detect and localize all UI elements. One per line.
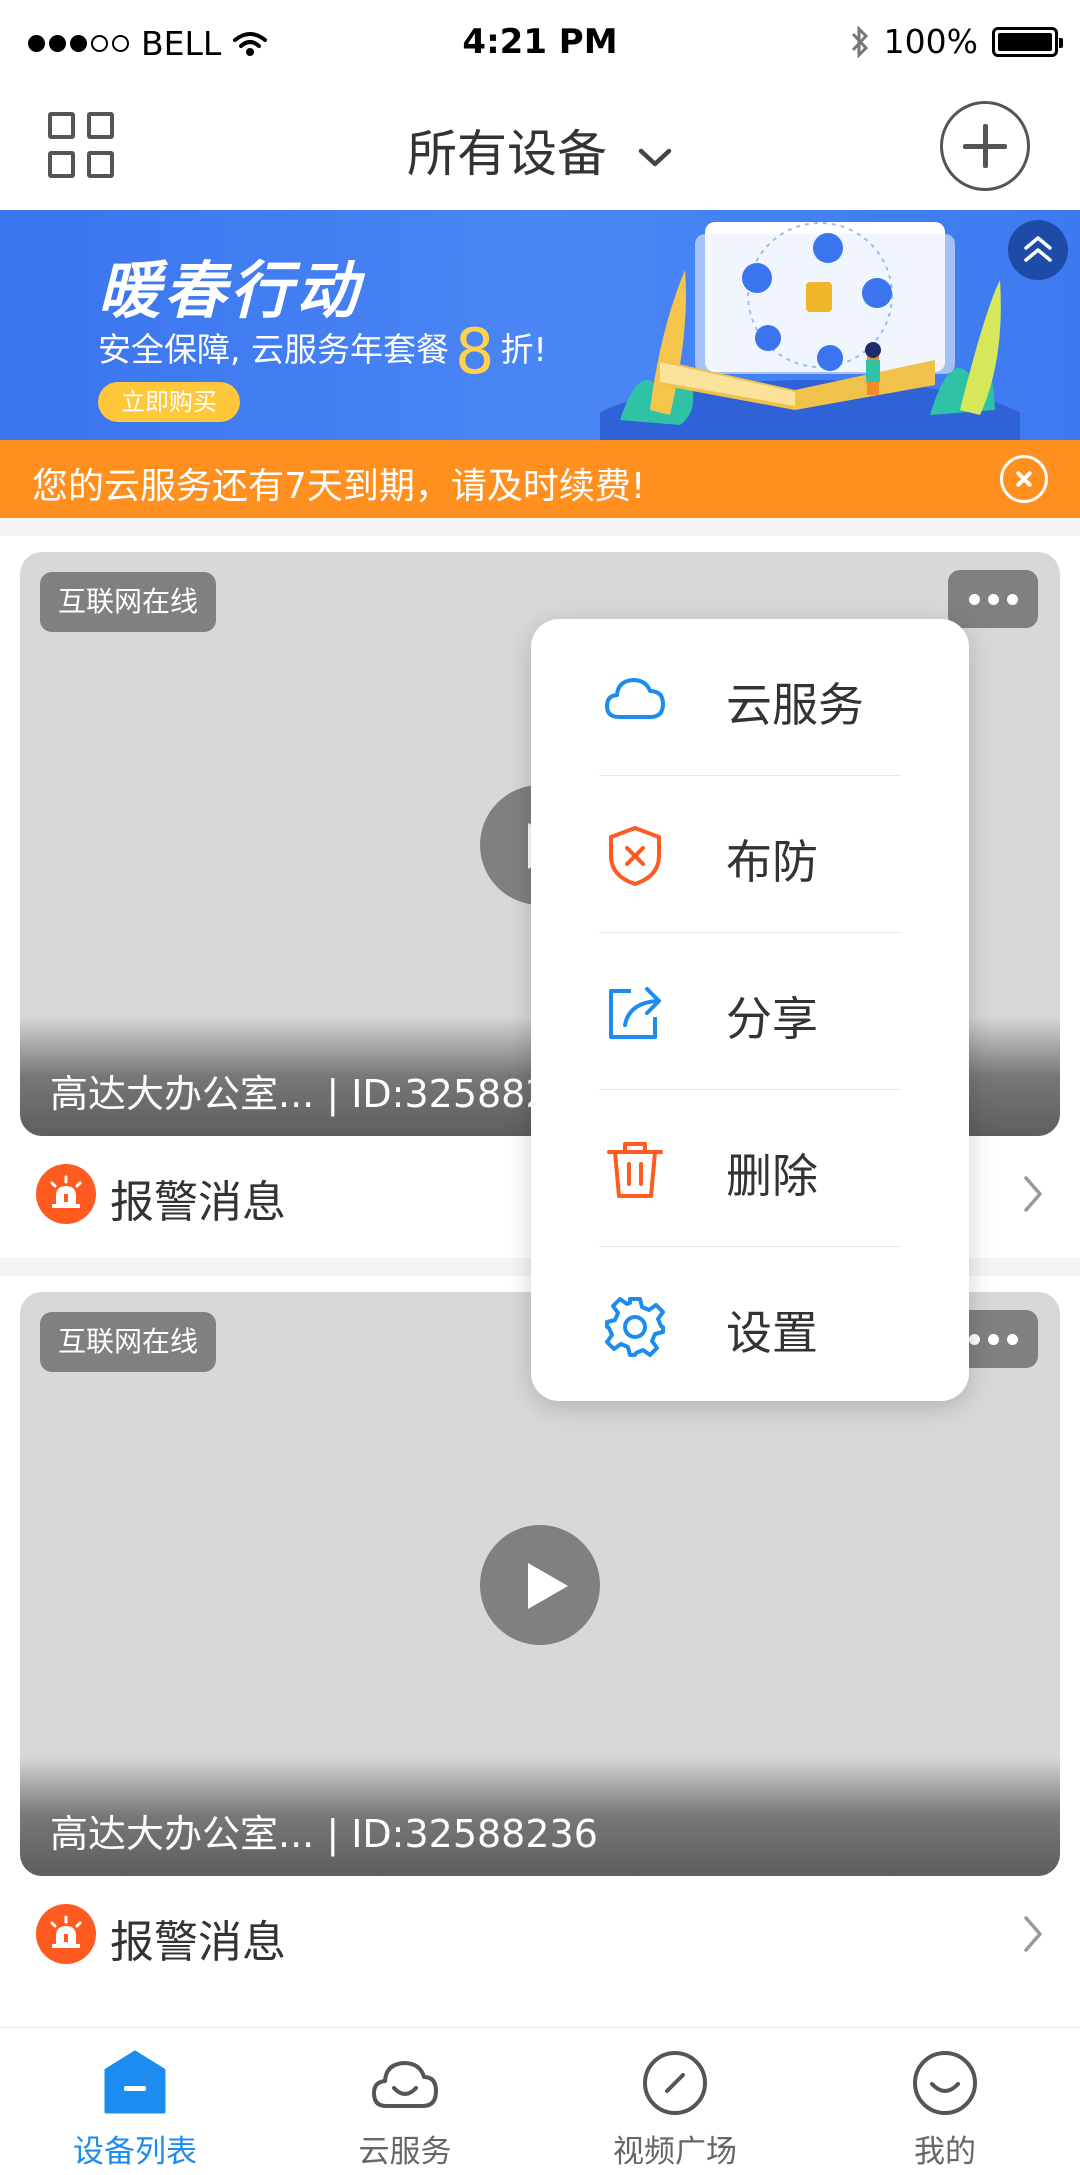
tab-bar: 设备列表 云服务 视频广场 我的: [0, 2027, 1080, 2175]
tab-label: 我的: [914, 2134, 976, 2170]
menu-item-label: 分享: [726, 992, 818, 1046]
share-icon: [609, 987, 661, 1039]
menu-item-label: 云服务: [726, 678, 864, 732]
chevron-right-icon: [1024, 1916, 1042, 1952]
menu-item-settings[interactable]: 设置: [531, 1247, 969, 1404]
collapse-banner-button[interactable]: [1008, 220, 1068, 280]
tab-label: 设备列表: [73, 2134, 197, 2170]
online-status-badge: 互联网在线: [40, 1312, 217, 1372]
banner-subtitle-suffix: 折!: [500, 330, 547, 369]
online-status-badge: 互联网在线: [40, 572, 217, 632]
tab-device-list[interactable]: 设备列表: [0, 2028, 270, 2175]
menu-item-cloud-service[interactable]: 云服务: [531, 619, 969, 776]
double-chevron-up-icon: [1024, 236, 1052, 262]
menu-item-label: 删除: [726, 1149, 818, 1203]
battery-icon: [992, 26, 1063, 57]
add-device-button[interactable]: [940, 101, 1030, 191]
status-bar: BELL 4:21 PM 100%: [0, 0, 1080, 86]
chevron-right-icon: [1024, 1176, 1042, 1212]
play-button[interactable]: [480, 1525, 600, 1645]
section-gap: [0, 518, 1080, 538]
notice-text: 您的云服务还有7天到期，请及时续费!: [32, 466, 646, 507]
nav-bar: 所有设备: [0, 86, 1080, 210]
alarm-messages-row[interactable]: 报警消息: [0, 1888, 1080, 1982]
chevron-down-icon: [638, 148, 672, 166]
shield-x-icon: [609, 826, 661, 886]
battery-percent: 100%: [883, 22, 978, 61]
tab-video-square[interactable]: 视频广场: [540, 2028, 810, 2175]
renewal-notice: 您的云服务还有7天到期，请及时续费!: [0, 440, 1080, 518]
smile-icon: [913, 2051, 977, 2115]
status-right: 100%: [850, 22, 1063, 61]
page-title: 所有设备: [407, 125, 608, 183]
menu-item-share[interactable]: 分享: [531, 933, 969, 1090]
trash-icon: [607, 1142, 663, 1198]
cloud-smile-icon: [372, 2061, 438, 2108]
device-options-menu: 云服务 布防 分享 删除 设置: [531, 619, 969, 1401]
cloud-icon: [605, 678, 665, 719]
gear-icon: [605, 1297, 665, 1357]
banner-illustration: [600, 222, 1020, 440]
alarm-label: 报警消息: [110, 1177, 286, 1228]
alarm-icon: [36, 1164, 96, 1224]
tab-label: 云服务: [358, 2134, 452, 2170]
compass-icon: [643, 2051, 707, 2115]
home-icon: [104, 2050, 166, 2114]
menu-item-label: 布防: [726, 835, 818, 889]
tab-label: 视频广场: [613, 2134, 737, 2170]
device-filter-dropdown[interactable]: 所有设备: [0, 114, 1080, 186]
banner-discount: 8: [454, 315, 495, 388]
device-caption: 高达大办公室... | ID:325882: [50, 1072, 550, 1116]
alarm-icon: [36, 1904, 96, 1964]
menu-item-label: 设置: [726, 1306, 818, 1360]
buy-now-button[interactable]: 立即购买: [98, 382, 240, 422]
close-notice-button[interactable]: [1000, 455, 1048, 503]
device-caption: 高达大办公室... | ID:32588236: [50, 1812, 598, 1856]
bluetooth-icon: [851, 24, 868, 59]
tab-cloud-service[interactable]: 云服务: [270, 2028, 540, 2175]
banner-subtitle: 安全保障, 云服务年套餐8 折!: [98, 315, 547, 388]
tab-mine[interactable]: 我的: [810, 2028, 1080, 2175]
promo-banner[interactable]: 暖春行动 安全保障, 云服务年套餐8 折! 立即购买: [0, 210, 1080, 440]
alarm-label: 报警消息: [110, 1917, 286, 1968]
menu-item-delete[interactable]: 删除: [531, 1090, 969, 1247]
menu-item-arm[interactable]: 布防: [531, 776, 969, 933]
banner-subtitle-text: 安全保障, 云服务年套餐: [98, 330, 449, 369]
